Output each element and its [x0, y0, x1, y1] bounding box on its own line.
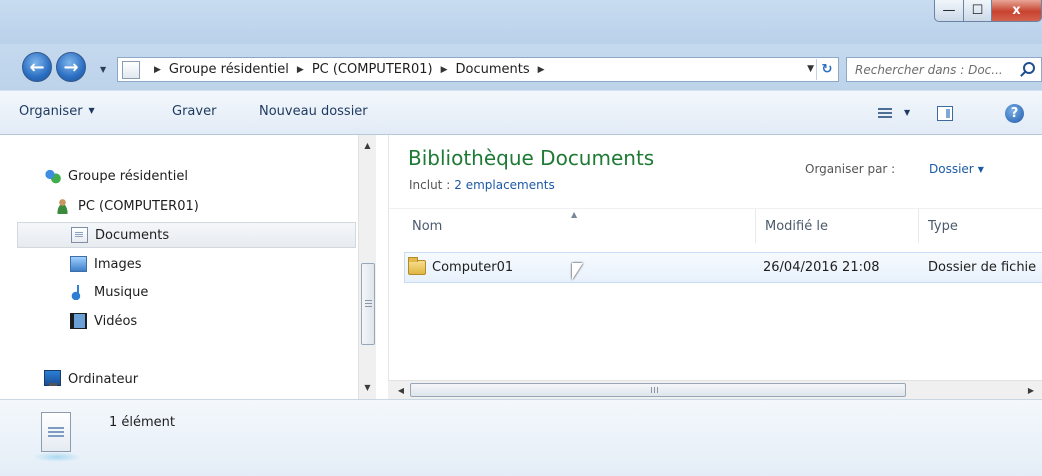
details-icon-glow — [33, 452, 81, 462]
computer-icon — [44, 370, 61, 386]
address-row: ← → ▼ ▶ Groupe résidentiel ▶ PC (COMPUTE… — [0, 44, 1042, 90]
scroll-up-icon[interactable]: ▲ — [359, 137, 376, 153]
minimize-icon: — — [942, 3, 956, 18]
address-bar[interactable]: ▶ Groupe résidentiel ▶ PC (COMPUTER01) ▶… — [117, 57, 839, 82]
sidebar-item-label: Images — [94, 256, 142, 272]
scroll-down-icon[interactable]: ▼ — [359, 379, 376, 395]
preview-pane-icon[interactable] — [937, 106, 953, 121]
arrange-by-dropdown[interactable]: Dossier ▼ — [929, 162, 984, 176]
back-button[interactable]: ← — [22, 52, 52, 82]
view-options-icon[interactable] — [878, 108, 892, 120]
sidebar-item-videos[interactable]: Vidéos — [70, 308, 137, 334]
sidebar-item-documents[interactable]: Documents — [17, 222, 356, 248]
refresh-icon: ↻ — [821, 62, 833, 77]
chevron-down-icon: ▼ — [977, 165, 984, 174]
window-controls: — ☐ x — [934, 0, 1042, 26]
scroll-left-icon[interactable]: ◀ — [394, 383, 408, 397]
arrange-by-value: Dossier — [929, 162, 974, 176]
type-cell: Dossier de fichie — [928, 260, 1037, 275]
includes-label: Inclut : — [409, 178, 451, 192]
help-glyph: ? — [1010, 106, 1019, 121]
view-dropdown-icon[interactable]: ▼ — [904, 108, 910, 117]
sidebar-item-images[interactable]: Images — [70, 251, 142, 277]
close-icon: x — [1012, 3, 1021, 18]
file-name: Computer01 — [432, 260, 514, 275]
homegroup-icon — [44, 168, 61, 184]
organize-label: Organiser — [19, 104, 83, 119]
scrollbar-thumb[interactable] — [361, 263, 375, 345]
navigation-scrollbar[interactable]: ▲ ▼ — [358, 135, 376, 399]
sidebar-item-homegroup[interactable]: Groupe résidentiel — [44, 163, 188, 189]
documents-icon — [71, 227, 88, 243]
command-bar: Organiser ▼ Graver Nouveau dossier ▼ ? — [0, 90, 1042, 135]
item-count: 1 élément — [109, 415, 176, 430]
refresh-button[interactable]: ↻ — [816, 59, 837, 80]
library-documents-icon — [41, 412, 71, 452]
close-button[interactable]: x — [992, 0, 1042, 22]
sidebar-item-label: Vidéos — [94, 313, 138, 329]
content-horizontal-scrollbar[interactable]: ◀ ▶ — [388, 380, 1042, 399]
modified-cell: 26/04/2016 21:08 — [763, 260, 880, 275]
maximize-icon: ☐ — [971, 3, 984, 18]
document-location-icon — [122, 60, 140, 79]
address-dropdown-icon[interactable]: ▼ — [807, 64, 814, 74]
user-icon — [54, 198, 71, 214]
search-box — [846, 57, 1042, 82]
maximize-button[interactable]: ☐ — [964, 0, 992, 22]
sidebar-item-label: Groupe résidentiel — [68, 168, 188, 184]
content-pane: Bibliothèque Documents Inclut :2 emplace… — [388, 135, 1042, 399]
sidebar-item-pc[interactable]: PC (COMPUTER01) — [54, 193, 199, 219]
details-pane: 1 élément — [0, 399, 1042, 476]
search-input[interactable] — [847, 58, 1017, 81]
videos-icon — [70, 313, 87, 329]
sidebar-item-label: Documents — [95, 227, 170, 243]
column-header-type[interactable]: Type — [919, 209, 1042, 243]
breadcrumb-separator-icon[interactable]: ▶ — [538, 65, 545, 75]
title-bar: — ☐ x — [0, 0, 1042, 44]
breadcrumb-pc[interactable]: PC (COMPUTER01) — [312, 62, 433, 77]
arrange-by-label: Organiser par : — [805, 162, 896, 176]
forward-button[interactable]: → — [56, 52, 86, 82]
breadcrumb-separator-icon[interactable]: ▶ — [297, 65, 304, 75]
music-icon — [70, 284, 87, 300]
folder-icon — [408, 257, 426, 275]
back-arrow-icon: ← — [29, 56, 45, 78]
library-includes: Inclut :2 emplacements — [409, 178, 555, 192]
burn-button[interactable]: Graver — [172, 104, 216, 119]
sidebar-item-computer[interactable]: Ordinateur — [44, 366, 138, 392]
images-icon — [70, 256, 87, 272]
breadcrumb-homegroup[interactable]: Groupe résidentiel — [169, 62, 289, 77]
recent-pages-dropdown[interactable]: ▼ — [100, 65, 106, 74]
column-header-name[interactable]: Nom — [403, 209, 756, 243]
scrollbar-thumb[interactable] — [410, 383, 906, 397]
mouse-cursor-icon — [572, 263, 583, 280]
organize-button[interactable]: Organiser ▼ — [19, 104, 95, 119]
navigation-pane: Groupe résidentiel PC (COMPUTER01) Docum… — [0, 135, 388, 399]
sidebar-item-music[interactable]: Musique — [70, 279, 148, 305]
file-name-cell: Computer01 — [408, 253, 513, 282]
sidebar-item-label: Ordinateur — [68, 371, 139, 387]
breadcrumb: ▶ Groupe résidentiel ▶ PC (COMPUTER01) ▶… — [146, 62, 553, 77]
locations-link[interactable]: 2 emplacements — [454, 178, 554, 192]
sidebar-item-label: PC (COMPUTER01) — [78, 198, 199, 214]
forward-arrow-icon: → — [63, 56, 79, 78]
library-title: Bibliothèque Documents — [408, 146, 655, 170]
new-folder-button[interactable]: Nouveau dossier — [259, 104, 368, 119]
column-headers: ▲ Nom Modifié le Type — [389, 208, 1042, 243]
search-icon[interactable] — [1023, 62, 1035, 74]
table-row[interactable]: Computer01 26/04/2016 21:08 Dossier de f… — [404, 252, 1042, 283]
scroll-right-icon[interactable]: ▶ — [1024, 383, 1038, 397]
grip-icon — [365, 300, 372, 307]
column-header-modified[interactable]: Modifié le — [756, 209, 919, 243]
help-icon[interactable]: ? — [1005, 104, 1024, 123]
chevron-down-icon: ▼ — [88, 106, 95, 115]
minimize-button[interactable]: — — [934, 0, 964, 22]
breadcrumb-documents[interactable]: Documents — [456, 62, 530, 77]
breadcrumb-separator-icon[interactable]: ▶ — [441, 65, 448, 75]
breadcrumb-separator-icon[interactable]: ▶ — [154, 65, 161, 75]
grip-icon — [651, 387, 658, 393]
sidebar-item-label: Musique — [94, 284, 149, 300]
